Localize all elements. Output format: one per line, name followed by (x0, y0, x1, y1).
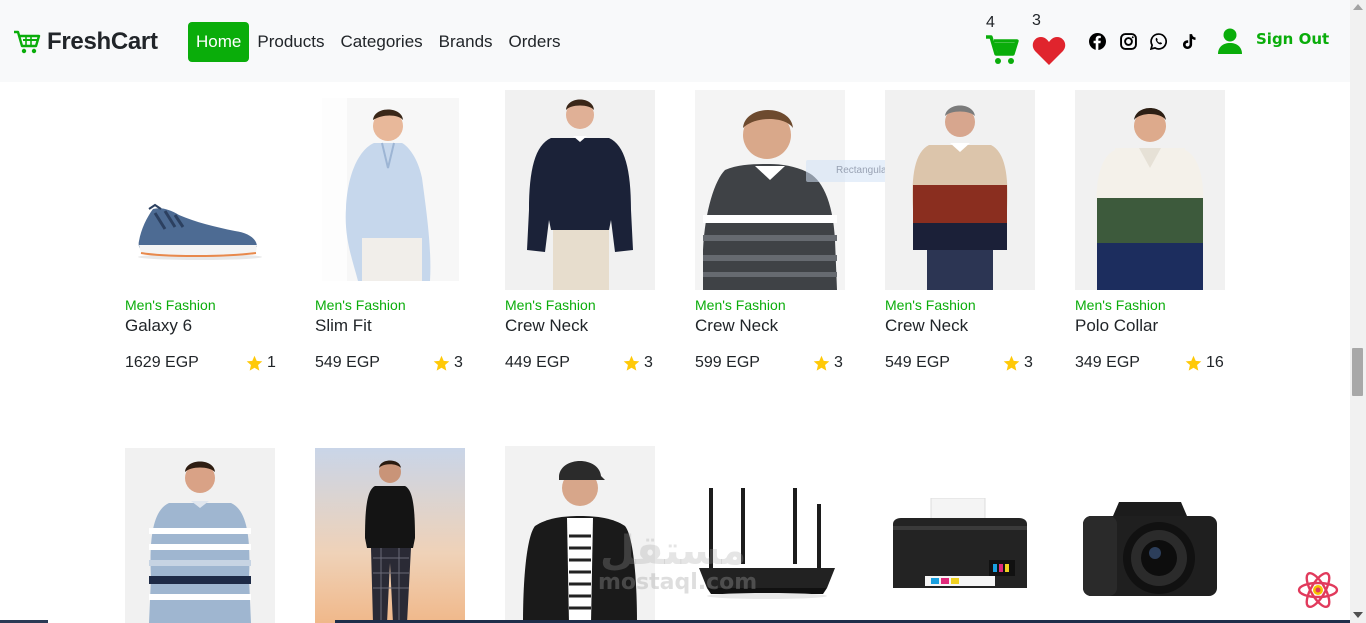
nav-links: Home Products Categories Brands Orders (188, 22, 569, 62)
user-icon[interactable] (1218, 28, 1242, 54)
brand-logo[interactable]: FreshCart (12, 28, 158, 56)
facebook-icon[interactable] (1089, 33, 1106, 50)
product-name[interactable]: Crew Neck (695, 316, 778, 336)
product-rating: 3 (433, 354, 463, 372)
product-price: 1629 EGP (125, 354, 199, 371)
product-price: 599 EGP (695, 354, 760, 371)
rating-value: 16 (1206, 354, 1224, 371)
navbar: FreshCart Home Products Categories Brand… (0, 0, 1350, 82)
nav-categories[interactable]: Categories (332, 22, 430, 62)
star-icon (1003, 355, 1020, 371)
product-category: Men's Fashion (695, 297, 786, 313)
product-name[interactable]: Polo Collar (1075, 316, 1158, 336)
nav-orders[interactable]: Orders (501, 22, 569, 62)
cart-icon[interactable] (985, 34, 1019, 66)
nav-products[interactable]: Products (249, 22, 332, 62)
product-category: Men's Fashion (315, 297, 406, 313)
scroll-thumb[interactable] (1352, 348, 1363, 396)
scroll-down-arrow-icon[interactable] (1353, 612, 1363, 618)
whatsapp-icon[interactable] (1150, 33, 1167, 50)
nav-brands[interactable]: Brands (431, 22, 501, 62)
product-category: Men's Fashion (505, 297, 596, 313)
product-name[interactable]: Crew Neck (505, 316, 588, 336)
product-price: 449 EGP (505, 354, 570, 371)
product-name[interactable]: Crew Neck (885, 316, 968, 336)
rating-value: 3 (644, 354, 653, 371)
product-name[interactable]: Slim Fit (315, 316, 372, 336)
star-icon (623, 355, 640, 371)
product-image-leather-jacket[interactable] (505, 446, 655, 623)
product-image-striped-sweater[interactable] (125, 448, 275, 623)
rating-value: 3 (454, 354, 463, 371)
product-price: 349 EGP (1075, 354, 1140, 371)
cart-logo-icon (14, 30, 41, 54)
product-image-galaxy-6[interactable] (125, 195, 275, 265)
product-name[interactable]: Galaxy 6 (125, 316, 192, 336)
product-image-router[interactable] (695, 488, 845, 600)
star-icon (246, 355, 263, 371)
page-scrollbar[interactable] (1350, 0, 1366, 623)
signout-button[interactable]: Sign Out (1256, 30, 1329, 48)
product-rating: 3 (813, 354, 843, 372)
heart-icon[interactable] (1032, 36, 1066, 66)
tiktok-icon[interactable] (1180, 33, 1197, 50)
product-price: 549 EGP (315, 354, 380, 371)
product-image-camera[interactable] (1075, 498, 1225, 600)
product-rating: 1 (246, 354, 276, 372)
rating-value: 3 (834, 354, 843, 371)
product-price: 549 EGP (885, 354, 950, 371)
product-category: Men's Fashion (1075, 297, 1166, 313)
product-category: Men's Fashion (885, 297, 976, 313)
product-category: Men's Fashion (125, 297, 216, 313)
product-image-printer[interactable] (885, 498, 1035, 600)
star-icon (433, 355, 450, 371)
star-icon (1185, 355, 1202, 371)
brand-name: FreshCart (47, 28, 158, 55)
wishlist-count: 3 (1032, 12, 1041, 29)
nav-home[interactable]: Home (188, 22, 250, 62)
product-image-crew-neck-striped[interactable] (695, 90, 845, 290)
rating-value: 3 (1024, 354, 1033, 371)
product-image-black-sweater[interactable] (315, 448, 465, 623)
product-image-crew-neck-colorblock[interactable] (885, 90, 1035, 290)
product-image-slim-fit[interactable] (322, 98, 459, 281)
scroll-up-arrow-icon[interactable] (1353, 4, 1363, 10)
react-logo-icon[interactable] (1297, 570, 1339, 610)
star-icon (813, 355, 830, 371)
product-rating: 3 (623, 354, 653, 372)
product-image-crew-neck-navy[interactable] (505, 90, 655, 290)
product-rating: 3 (1003, 354, 1033, 372)
product-image-polo-collar[interactable] (1075, 90, 1225, 290)
rating-value: 1 (267, 354, 276, 371)
cart-count: 4 (986, 14, 995, 31)
product-rating: 16 (1185, 354, 1224, 372)
instagram-icon[interactable] (1120, 33, 1137, 50)
